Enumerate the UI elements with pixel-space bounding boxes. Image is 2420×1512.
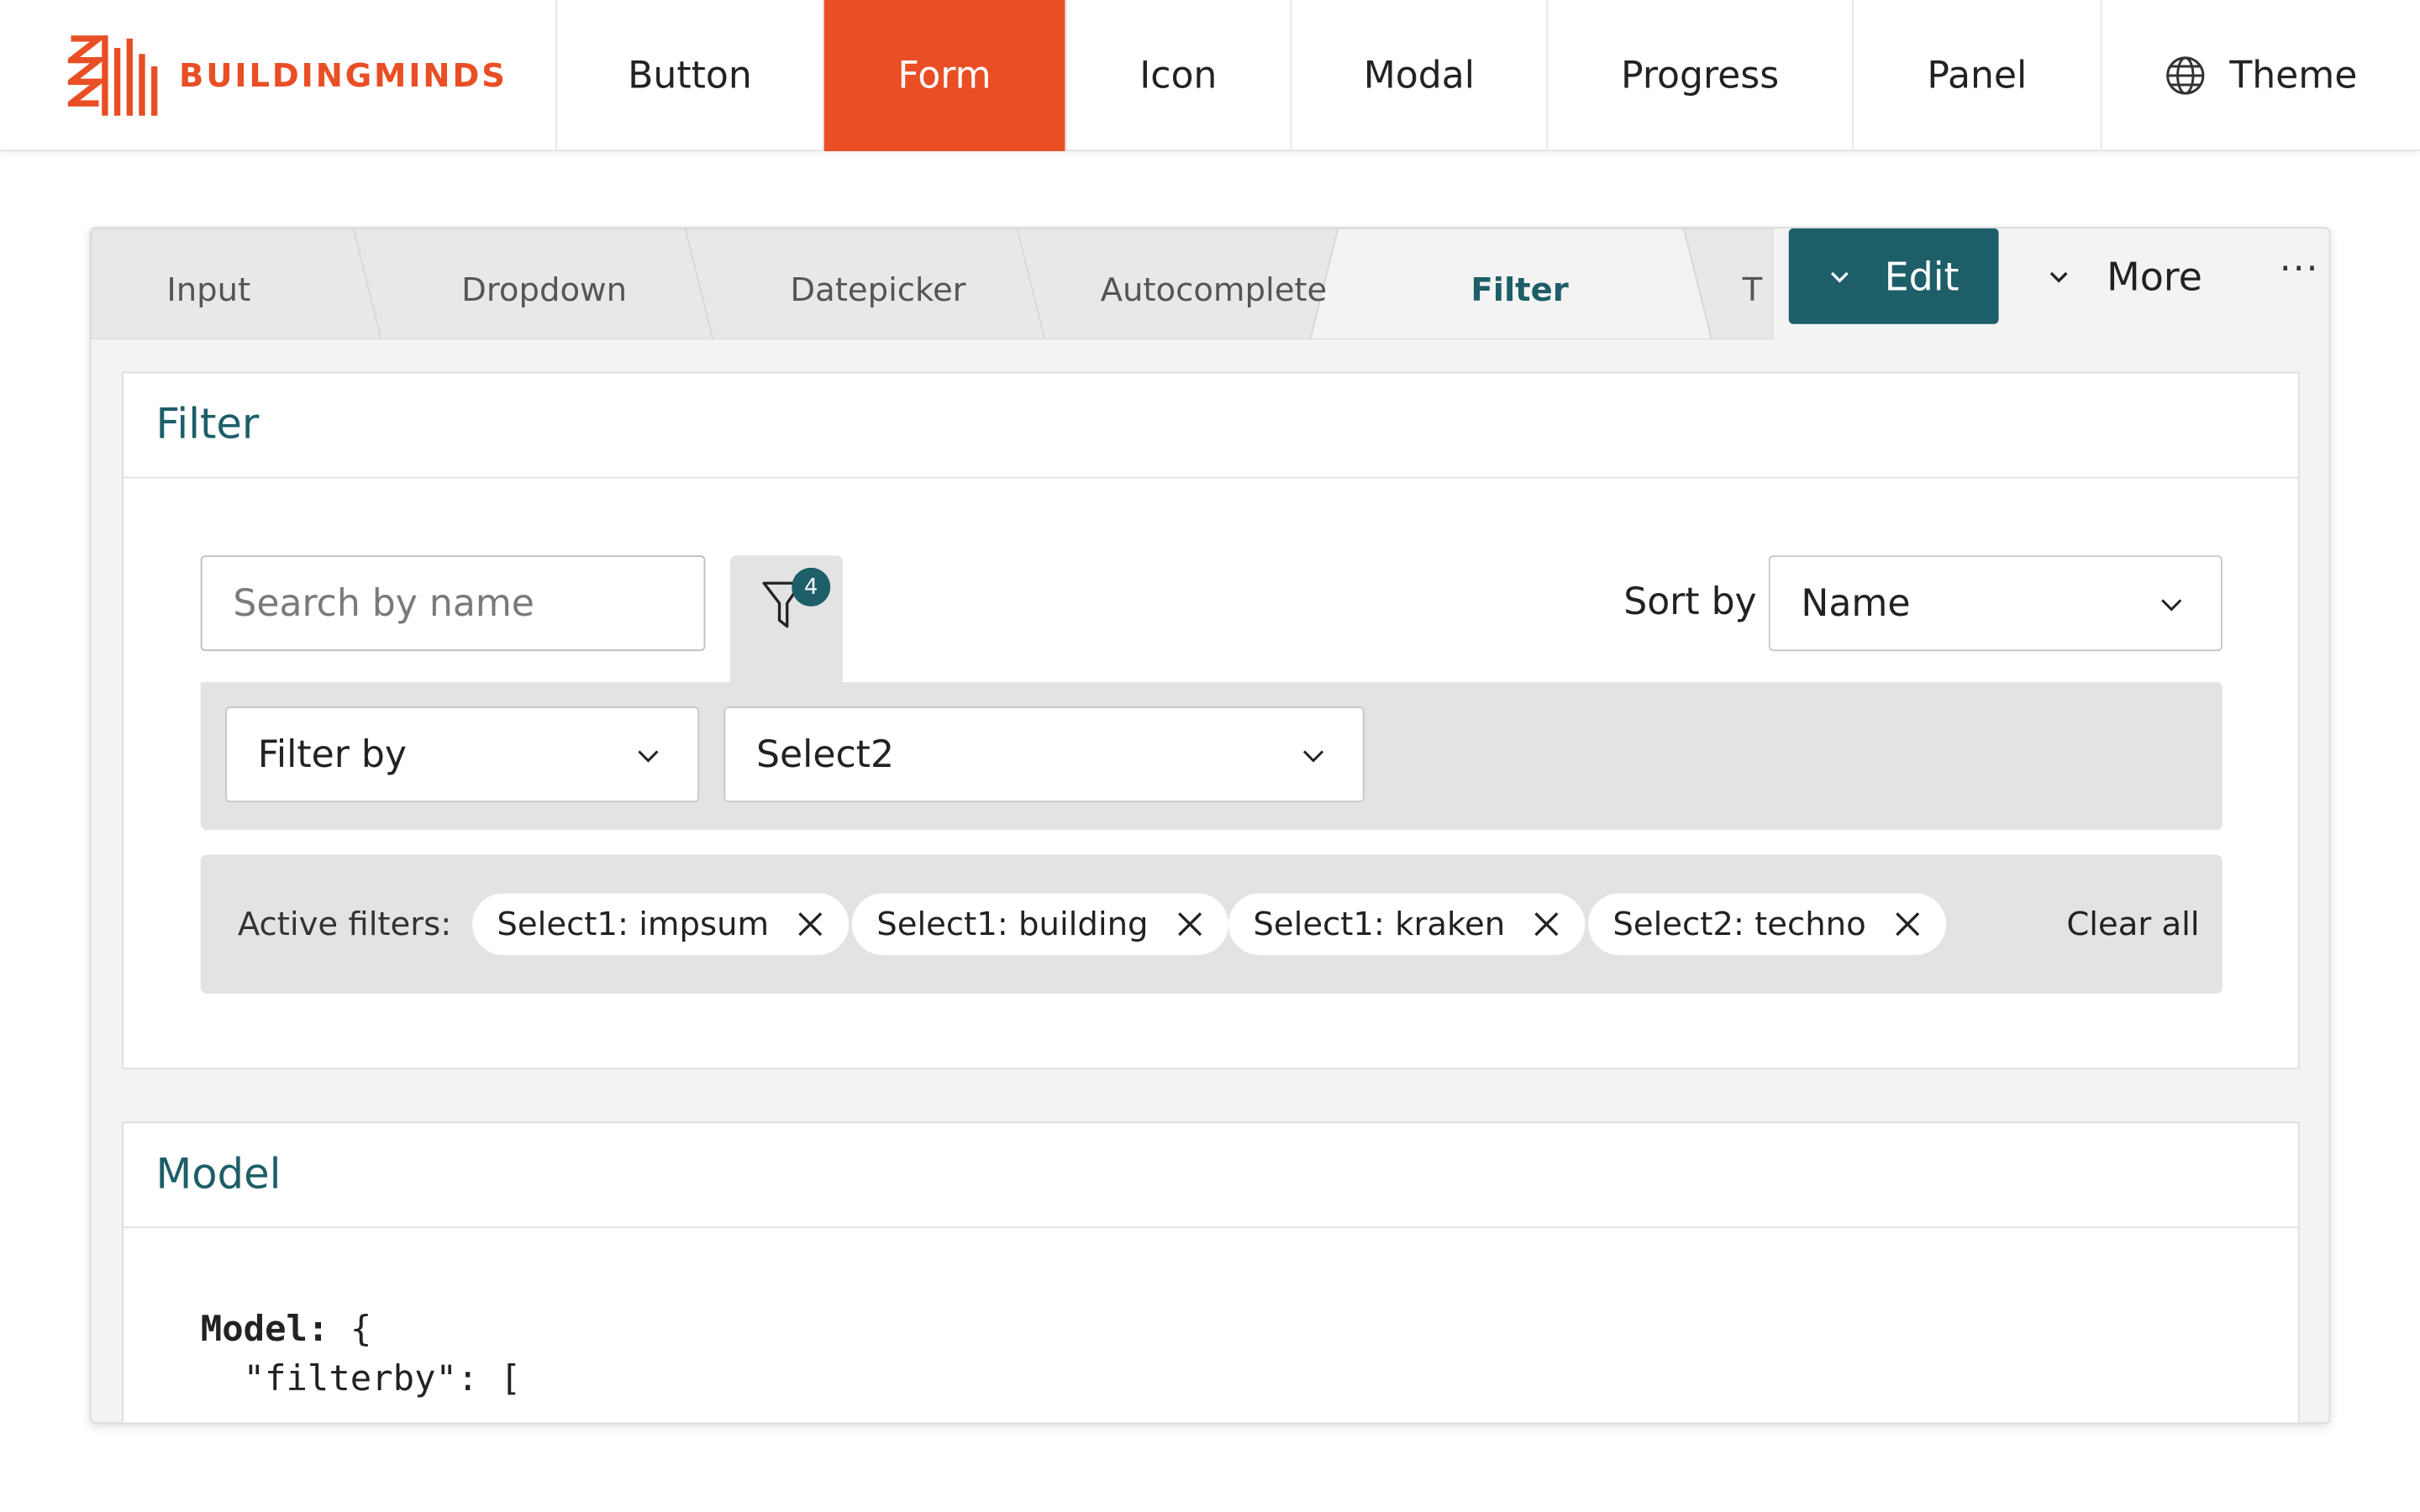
nav-item-button[interactable]: Button [557, 0, 824, 151]
nav-item-label: Button [628, 54, 752, 97]
tab-datepicker[interactable]: Datepicker [790, 228, 965, 339]
tab-bar: Input Dropdown Datepicker Autocomplete F… [91, 228, 1774, 340]
close-icon[interactable] [1176, 911, 1204, 938]
filter-count-badge: 4 [792, 567, 831, 606]
select2-value: Select2 [755, 732, 895, 776]
model-code-key: Model: [200, 1310, 329, 1351]
model-code-brace: { [329, 1310, 372, 1351]
chevron-down-icon [638, 750, 659, 763]
filter-chip-label: Select1: kraken [1253, 906, 1506, 943]
filter-chip: Select1: building [851, 893, 1229, 955]
nav-item-label: Progress [1621, 54, 1780, 97]
filter-panel-title: Filter [123, 373, 2298, 479]
close-icon[interactable] [1533, 911, 1560, 938]
nav-item-modal[interactable]: Modal [1292, 0, 1549, 151]
app-root: BUILDINGMINDS Button Form Icon Modal Pro… [0, 0, 2420, 1512]
theme-label: Theme [2229, 54, 2358, 97]
filter-chip: Select2: techno [1587, 893, 1947, 955]
more-label: More [2107, 254, 2202, 299]
top-navigation: BUILDINGMINDS Button Form Icon Modal Pro… [0, 0, 2420, 151]
tab-input[interactable]: Input [166, 228, 250, 339]
filter-controls-row: Filter by Select2 [200, 681, 2223, 831]
nav-item-form[interactable]: Form [823, 0, 1067, 151]
search-input[interactable] [200, 555, 706, 652]
chevron-down-icon [2161, 599, 2182, 612]
model-panel: Model Model: { "filterby": [ [122, 1121, 2302, 1423]
sort-select-value: Name [1801, 581, 1911, 625]
sort-select[interactable]: Name [1768, 555, 2223, 652]
nav-item-label: Form [897, 54, 992, 97]
edit-label: Edit [1884, 254, 1960, 299]
filter-toggle-button[interactable]: 4 [729, 555, 843, 685]
close-icon[interactable] [1894, 911, 1922, 938]
demo-card: Input Dropdown Datepicker Autocomplete F… [89, 226, 2331, 1425]
active-filters-label: Active filters: [237, 906, 452, 943]
filter-chip-label: Select1: impsum [497, 906, 770, 943]
nav-item-panel[interactable]: Panel [1854, 0, 2102, 151]
filter-chip: Select1: impsum [472, 893, 850, 955]
tab-dropdown[interactable]: Dropdown [461, 228, 627, 339]
chevron-down-icon [1302, 750, 1324, 763]
filter-by-value: Filter by [257, 732, 407, 776]
sort-label: Sort by [1623, 580, 1757, 624]
nav-item-label: Icon [1139, 54, 1218, 97]
buildingminds-logo-icon [67, 35, 158, 116]
nav-item-icon[interactable]: Icon [1066, 0, 1292, 151]
nav-item-label: Modal [1363, 54, 1475, 97]
active-filters-row: Active filters: Select1: impsum Select1:… [200, 854, 2223, 994]
brand-name: BUILDINGMINDS [179, 56, 508, 95]
theme-switcher[interactable]: Theme [2102, 0, 2420, 151]
chevron-down-icon [2049, 271, 2068, 283]
chevron-down-icon [1830, 271, 1849, 283]
filter-chip-label: Select1: building [876, 906, 1149, 943]
nav-item-label: Panel [1927, 54, 2028, 97]
tab-truncated[interactable]: T [1743, 228, 1763, 339]
filter-panel: Filter 4 Sort by Name Filter by Sele [122, 371, 2300, 1069]
tab-filter[interactable]: Filter [1470, 228, 1568, 339]
model-code-block: Model: { "filterby": [ [201, 1305, 522, 1404]
brand-logo[interactable]: BUILDINGMINDS [0, 0, 558, 151]
edit-button[interactable]: Edit [1788, 228, 1999, 324]
tab-autocomplete[interactable]: Autocomplete [1101, 228, 1328, 339]
close-icon[interactable] [797, 911, 824, 938]
filter-chip-label: Select2: techno [1612, 906, 1866, 943]
filter-by-select[interactable]: Filter by [225, 706, 700, 803]
overflow-menu-button[interactable]: ··· [2280, 247, 2320, 290]
model-panel-title: Model [123, 1123, 2298, 1229]
clear-all-button[interactable]: Clear all [2066, 906, 2199, 942]
select2-select[interactable]: Select2 [723, 706, 1365, 803]
model-code-viewport: Model: { "filterby": [ [124, 1228, 2302, 1422]
globe-icon [2165, 56, 2204, 95]
model-code-line: "filterby": [ [200, 1359, 522, 1399]
nav-item-progress[interactable]: Progress [1548, 0, 1854, 151]
more-button[interactable]: More [2048, 228, 2202, 324]
filter-chip: Select1: kraken [1228, 893, 1586, 955]
